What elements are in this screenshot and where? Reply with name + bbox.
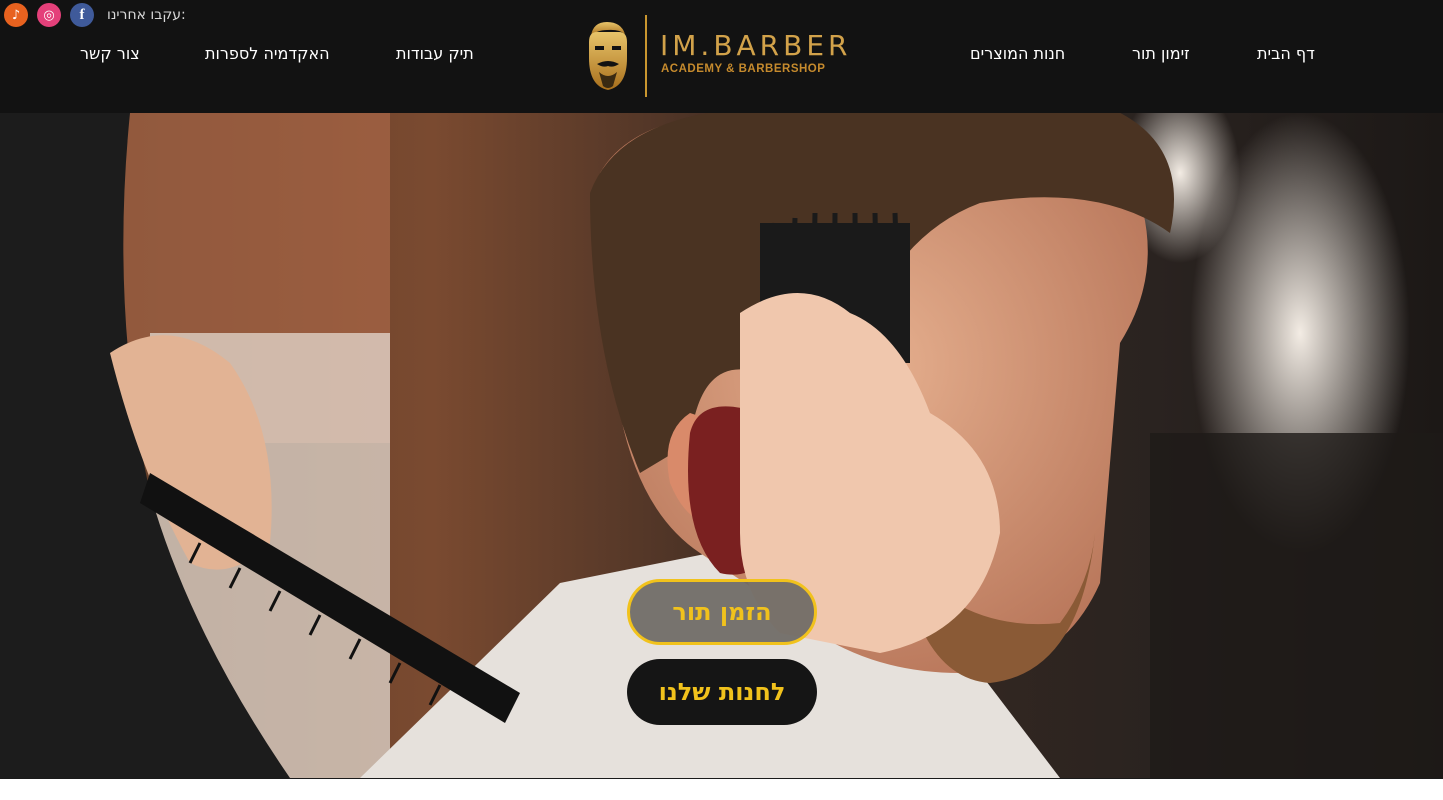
instagram-icon[interactable]: ◎ (37, 3, 61, 27)
logo-title[interactable]: IM.BARBER (660, 29, 852, 62)
social-links: ♪ ◎ f עקבו אחרינו: (4, 3, 186, 27)
hero-divider (0, 778, 1443, 779)
logo-subtitle: ACADEMY & BARBERSHOP (661, 63, 826, 75)
nav-book-appointment[interactable]: זימון תור (1132, 44, 1190, 63)
site-header: ♪ ◎ f עקבו אחרינו: דף הבית זימון תור חנו… (0, 0, 1443, 113)
logo-divider (645, 15, 647, 97)
book-appointment-button[interactable]: הזמן תור (627, 579, 817, 645)
nav-portfolio[interactable]: תיק עבודות (396, 44, 474, 63)
tiktok-icon[interactable]: ♪ (4, 3, 28, 27)
follow-us-label: עקבו אחרינו: (107, 7, 186, 23)
hero-banner: הזמן תור לחנות שלנו (0, 113, 1443, 778)
nav-academy[interactable]: האקדמיה לספרות (205, 44, 330, 63)
facebook-icon[interactable]: f (70, 3, 94, 27)
nav-contact[interactable]: צור קשר (80, 44, 140, 63)
nav-store[interactable]: חנות המוצרים (970, 44, 1065, 63)
nav-home[interactable]: דף הבית (1257, 44, 1315, 63)
shop-button[interactable]: לחנות שלנו (627, 659, 817, 725)
